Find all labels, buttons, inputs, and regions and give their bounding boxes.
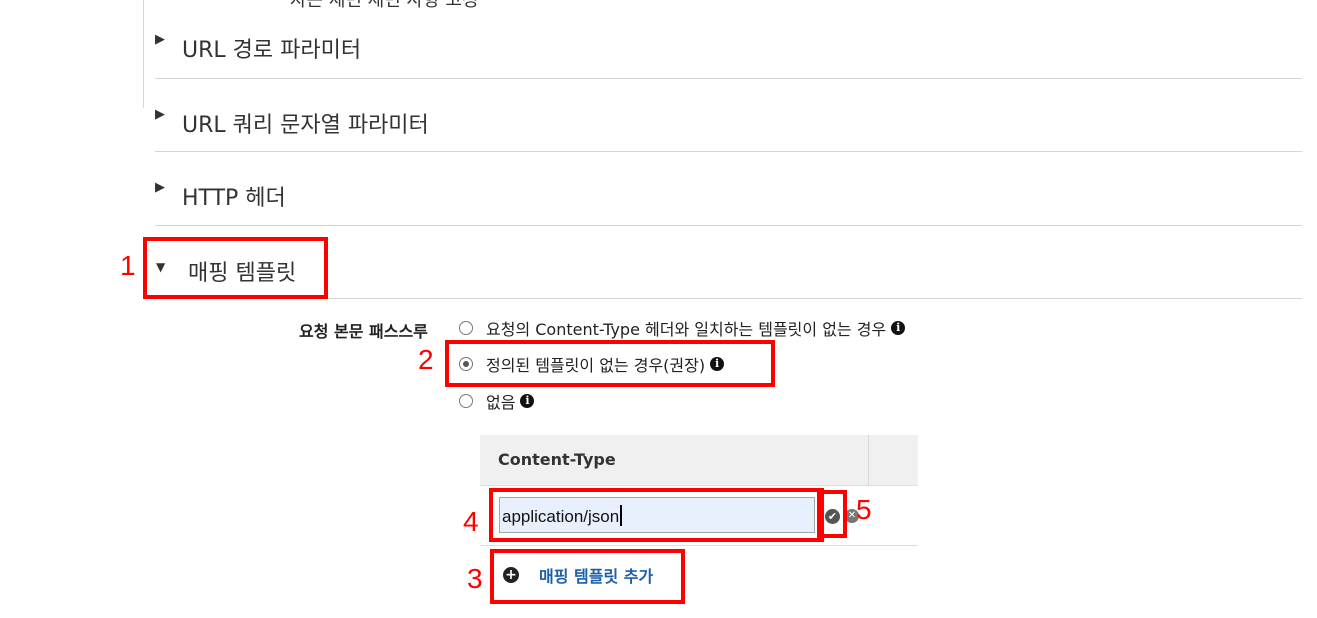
content-type-column-header: Content-Type [498, 450, 616, 469]
section-label: HTTP 헤더 [182, 186, 286, 211]
highlight-box-3 [490, 549, 685, 604]
column-divider [868, 435, 869, 485]
passthrough-option-never[interactable]: 없음 i [459, 390, 535, 412]
caret-right-icon: ▶ [155, 180, 165, 195]
highlight-box-4 [489, 488, 824, 542]
annotation-number-2: 2 [418, 344, 434, 375]
section-label: URL 경로 파라미터 [182, 38, 362, 63]
passthrough-option-when-no-match[interactable]: 요청의 Content-Type 헤더와 일치하는 템플릿이 없는 경우 i [459, 317, 906, 339]
section-http-headers[interactable]: ▶ HTTP 헤더 [155, 153, 1302, 226]
annotation-number-3: 3 [467, 563, 483, 594]
passthrough-label: 요청 본문 패스스루 [299, 322, 428, 341]
highlight-box-2 [445, 340, 775, 387]
content-type-table-header: Content-Type [480, 435, 918, 486]
highlight-box-1 [143, 237, 328, 299]
annotation-number-5: 5 [856, 494, 872, 525]
radio-label: 요청의 Content-Type 헤더와 일치하는 템플릿이 없는 경우 [486, 320, 887, 339]
caret-right-icon: ▶ [155, 107, 165, 122]
highlight-box-5 [817, 490, 847, 538]
annotation-number-4: 4 [463, 506, 479, 537]
section-label: URL 쿼리 문자열 파라미터 [182, 113, 429, 138]
radio-button[interactable] [459, 321, 473, 335]
info-icon[interactable]: i [520, 394, 535, 408]
annotation-number-1: 1 [120, 250, 136, 281]
radio-label: 없음 [486, 393, 516, 412]
info-icon[interactable]: i [891, 321, 906, 335]
section-url-query-params[interactable]: ▶ URL 쿼리 문자열 파라미터 [155, 79, 1302, 152]
left-border-line [143, 0, 144, 108]
caret-right-icon: ▶ [155, 32, 165, 47]
section-url-path-params[interactable]: ▶ URL 경로 파라미터 [155, 6, 1302, 79]
radio-button[interactable] [459, 394, 473, 408]
